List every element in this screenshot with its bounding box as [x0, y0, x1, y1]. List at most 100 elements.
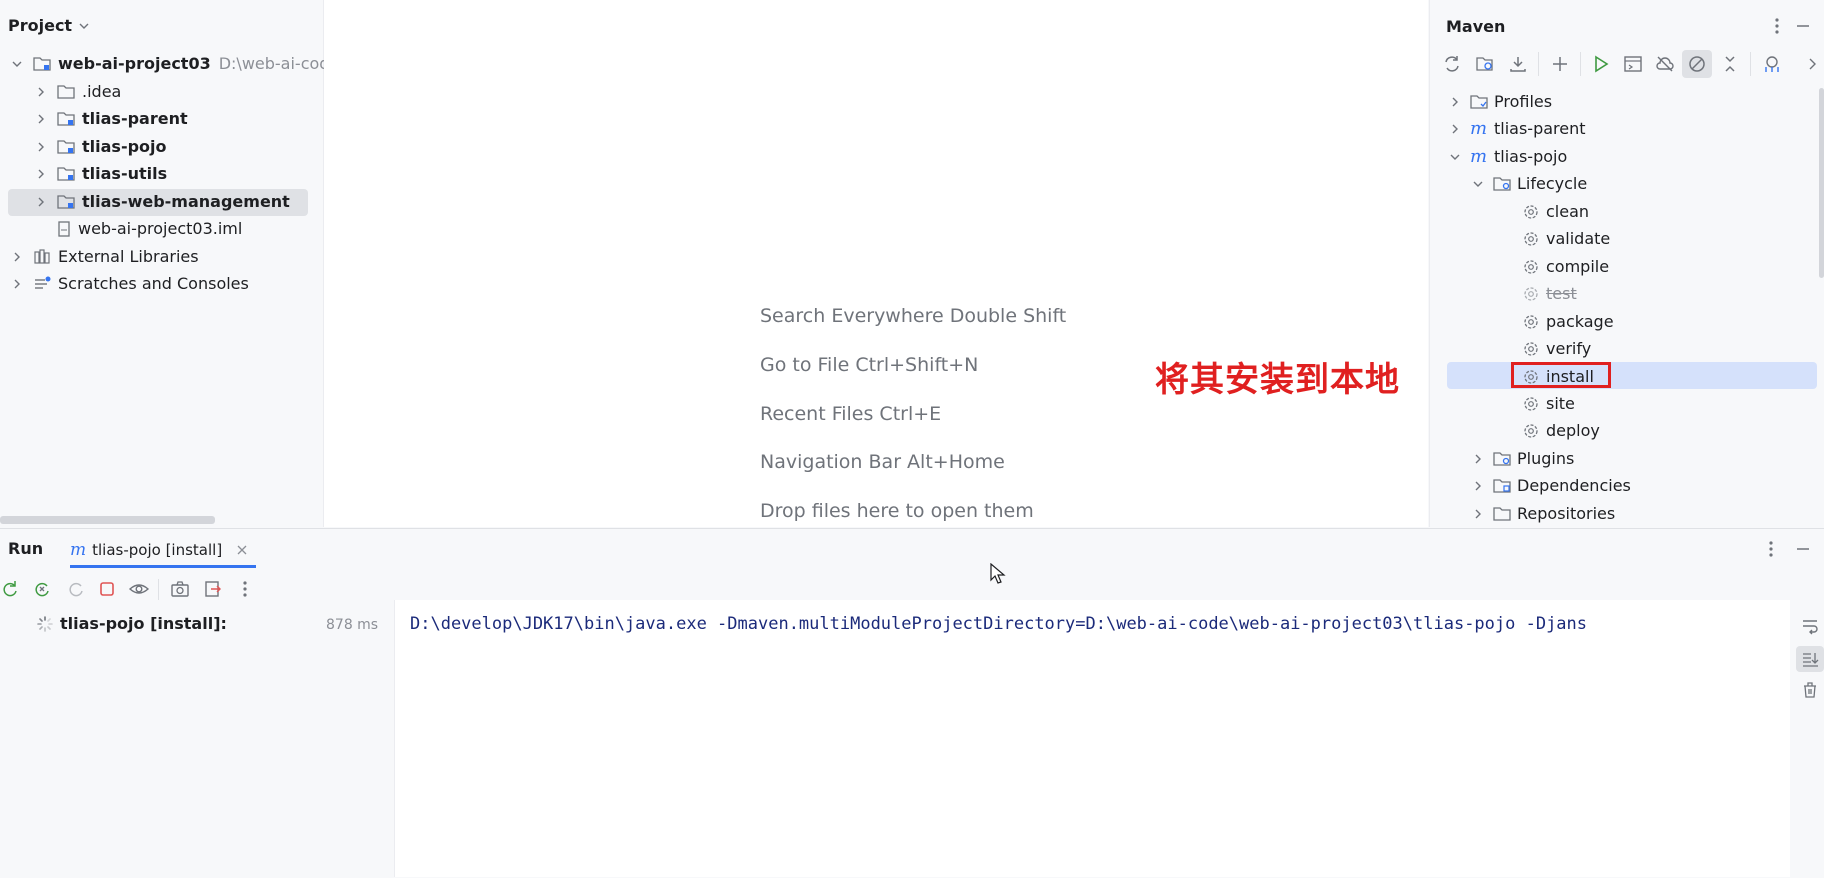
chevron-right-icon[interactable] [1471, 507, 1485, 521]
maven-item-lifecycle[interactable]: Lifecycle [1471, 171, 1587, 197]
run-tree-item-label: tlias-pojo [install]: [60, 614, 227, 633]
maven-item-label: Plugins [1517, 449, 1575, 468]
tree-item-scratches[interactable]: Scratches and Consoles [10, 271, 249, 297]
offline-cloud-icon[interactable] [1655, 54, 1675, 74]
reload-icon[interactable] [1442, 54, 1462, 74]
chevron-right-icon[interactable] [1471, 452, 1485, 466]
module-folder-icon [56, 193, 76, 211]
chevron-right-icon[interactable] [1471, 479, 1485, 493]
chevron-right-icon[interactable] [1448, 95, 1462, 109]
chevron-right-icon[interactable] [10, 250, 24, 264]
phase-test[interactable]: test [1522, 281, 1577, 307]
maven-item-tlias-parent[interactable]: m tlias-parent [1448, 116, 1586, 142]
chevron-right-icon[interactable] [34, 167, 48, 181]
console-output[interactable]: D:\develop\JDK17\bin\java.exe -Dmaven.mu… [395, 600, 1790, 877]
close-icon[interactable] [236, 544, 248, 556]
tree-item-label: .idea [82, 82, 122, 101]
maven-item-dependencies[interactable]: Dependencies [1471, 473, 1631, 499]
download-icon[interactable] [1508, 54, 1528, 74]
vertical-scrollbar[interactable] [1819, 88, 1824, 278]
execute-goal-icon[interactable] [1623, 54, 1643, 74]
phase-deploy[interactable]: deploy [1522, 418, 1600, 444]
project-panel: Project web-ai-project03 D:\web-ai-code … [0, 0, 339, 527]
generate-sources-icon[interactable] [1475, 54, 1495, 74]
more-options-icon[interactable] [238, 579, 258, 599]
scroll-to-end-icon[interactable] [1800, 649, 1820, 669]
tree-item-iml[interactable]: web-ai-project03.iml [56, 216, 242, 242]
gear-icon [1522, 422, 1540, 440]
phase-site[interactable]: site [1522, 391, 1575, 417]
repositories-folder-icon [1493, 505, 1511, 523]
eye-icon[interactable] [128, 579, 150, 599]
maven-module-icon: m [1470, 118, 1488, 139]
chevron-right-icon[interactable] [10, 277, 24, 291]
folder-icon [56, 83, 76, 101]
horizontal-scrollbar[interactable] [0, 516, 215, 524]
run-icon[interactable] [1591, 54, 1611, 74]
project-tree-root[interactable]: web-ai-project03 D:\web-ai-code [10, 51, 339, 77]
maven-item-profiles[interactable]: Profiles [1448, 89, 1552, 115]
chevron-right-icon[interactable] [1806, 54, 1824, 74]
chevron-down-icon[interactable] [1448, 150, 1462, 164]
run-tree-item[interactable]: tlias-pojo [install]: [36, 614, 227, 633]
tree-item-tlias-parent[interactable]: tlias-parent [34, 106, 188, 132]
tree-item-idea[interactable]: .idea [34, 79, 121, 105]
phase-compile[interactable]: compile [1522, 254, 1609, 280]
rerun-failed-icon[interactable] [32, 579, 52, 599]
editor-empty-area[interactable]: Search Everywhere Double Shift Go to Fil… [324, 0, 1428, 527]
rerun-icon[interactable] [0, 579, 20, 599]
toolbar-divider [1538, 52, 1539, 76]
hint-drop-files: Drop files here to open them [760, 500, 1034, 522]
phase-clean[interactable]: clean [1522, 199, 1589, 225]
rerun-disabled-icon[interactable] [66, 579, 86, 599]
maven-item-label: Dependencies [1517, 476, 1631, 495]
dependencies-folder-icon [1493, 477, 1511, 495]
profiles-folder-icon [1470, 93, 1488, 111]
chevron-right-icon[interactable] [34, 195, 48, 209]
tree-item-tlias-utils[interactable]: tlias-utils [34, 161, 167, 187]
maven-item-repositories[interactable]: Repositories [1471, 501, 1615, 527]
mouse-cursor-icon [990, 563, 1006, 585]
skip-tests-icon[interactable] [1687, 54, 1707, 74]
maven-item-label: tlias-parent [1494, 119, 1586, 138]
export-icon[interactable] [203, 579, 223, 599]
phase-verify[interactable]: verify [1522, 336, 1591, 362]
collapse-all-icon[interactable] [1720, 54, 1740, 74]
run-tab-label: tlias-pojo [install] [92, 541, 223, 559]
chevron-right-icon[interactable] [34, 112, 48, 126]
chevron-down-icon[interactable] [10, 57, 24, 71]
soft-wrap-icon[interactable] [1800, 616, 1820, 636]
chevron-right-icon[interactable] [34, 85, 48, 99]
maven-item-tlias-pojo[interactable]: m tlias-pojo [1448, 144, 1567, 170]
stop-icon[interactable] [97, 579, 117, 599]
phase-package[interactable]: package [1522, 309, 1614, 335]
tree-item-label: tlias-pojo [82, 137, 167, 156]
tree-item-external-libraries[interactable]: External Libraries [10, 244, 199, 270]
phase-validate[interactable]: validate [1522, 226, 1610, 252]
gear-icon [1522, 313, 1540, 331]
camera-icon[interactable] [170, 579, 190, 599]
library-icon [32, 248, 52, 266]
toolbar-divider [1580, 52, 1581, 76]
analyze-dependencies-icon[interactable] [1762, 54, 1782, 74]
module-folder-icon [56, 138, 76, 156]
minimize-icon[interactable] [1794, 16, 1812, 36]
phase-install[interactable]: install [1522, 364, 1594, 390]
gear-icon [1522, 340, 1540, 358]
project-panel-header[interactable]: Project [8, 16, 90, 35]
more-options-icon[interactable] [1770, 16, 1784, 36]
annotation-text: 将其安装到本地 [1155, 360, 1400, 400]
maven-item-plugins[interactable]: Plugins [1471, 446, 1574, 472]
chevron-down-icon[interactable] [1471, 177, 1485, 191]
trash-icon[interactable] [1800, 680, 1820, 700]
chevron-right-icon[interactable] [34, 140, 48, 154]
module-folder-icon [56, 110, 76, 128]
minimize-icon[interactable] [1794, 539, 1812, 559]
add-icon[interactable] [1550, 54, 1570, 74]
tree-item-tlias-web-management[interactable]: tlias-web-management [34, 189, 290, 215]
chevron-right-icon[interactable] [1448, 122, 1462, 136]
run-tab-tlias-pojo-install[interactable]: m tlias-pojo [install] [70, 535, 257, 568]
more-options-icon[interactable] [1764, 539, 1778, 559]
tree-item-tlias-pojo[interactable]: tlias-pojo [34, 134, 167, 160]
project-root-path: D:\web-ai-code [218, 54, 340, 73]
